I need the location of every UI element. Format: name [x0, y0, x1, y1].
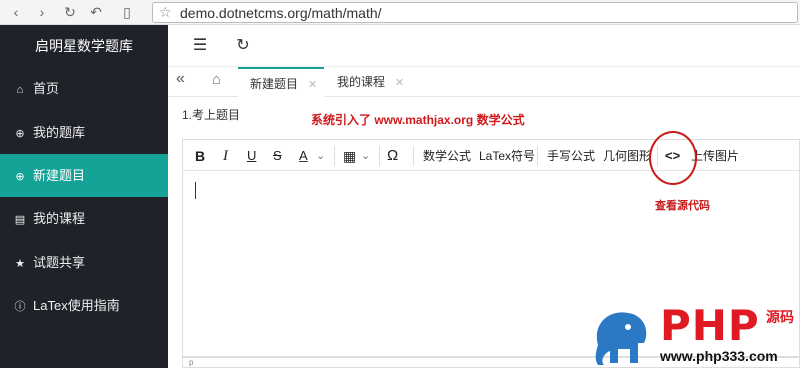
elephant-logo-icon — [595, 312, 647, 365]
tab-bar: « ⌂ 新建题目 ✕ 我的课程 ✕ — [168, 67, 800, 97]
tab-my-courses[interactable]: 我的课程 ✕ — [325, 67, 409, 97]
chevron-down-icon[interactable]: ⌄ — [361, 147, 370, 165]
undo-icon[interactable]: ↶ — [86, 3, 106, 22]
refresh-icon[interactable]: ↻ — [233, 36, 253, 56]
italic-button[interactable]: I — [223, 147, 228, 165]
double-chevron-left-icon[interactable]: « — [176, 70, 185, 88]
sidebar-item-my-courses[interactable]: ▤ 我的课程 — [0, 197, 168, 240]
toolbar-divider — [537, 146, 538, 166]
sidebar-item-label: 我的课程 — [33, 211, 86, 226]
home-icon: ⌂ — [16, 84, 24, 96]
browser-toolbar: ‹ › ↻ ↶ ▯ ☆ demo.dotnetcms.org/math/math… — [0, 0, 800, 25]
forward-arrow-icon[interactable]: › — [32, 3, 52, 22]
math-formula-button[interactable]: 数学公式 — [423, 147, 471, 165]
star-icon: ★ — [15, 258, 25, 270]
toolbar-divider — [334, 146, 335, 166]
reader-icon[interactable]: ▯ — [117, 3, 137, 22]
app-title: 启明星数学题库 — [35, 38, 133, 54]
chevron-down-icon[interactable]: ⌄ — [316, 147, 325, 165]
address-bar[interactable]: ☆ demo.dotnetcms.org/math/math/ — [152, 2, 798, 23]
sidebar-item-new-question[interactable]: ⊕ 新建题目 — [0, 154, 168, 197]
watermark-code: 源码 — [766, 309, 794, 325]
url-text: demo.dotnetcms.org/math/math/ — [180, 5, 382, 21]
info-icon: ⓘ — [14, 301, 26, 313]
table-icon[interactable]: ▦ — [343, 147, 356, 165]
font-color-button[interactable]: A — [299, 147, 308, 165]
bookmark-star-icon[interactable]: ☆ — [159, 4, 172, 21]
close-icon[interactable]: ✕ — [395, 77, 404, 89]
underline-button[interactable]: U — [247, 147, 256, 165]
sidebar-item-latex-guide[interactable]: ⓘ LaTex使用指南 — [0, 284, 168, 327]
watermark-site: www.php333.com — [660, 348, 778, 364]
upload-image-button[interactable]: 上传图片 — [691, 147, 739, 165]
reload-icon[interactable]: ↻ — [60, 3, 80, 22]
geometry-button[interactable]: 几何图形 — [603, 147, 651, 165]
sidebar-item-label: LaTex使用指南 — [33, 298, 120, 313]
plus-circle-icon: ⊕ — [15, 171, 25, 183]
source-annotation: 查看源代码 — [655, 200, 710, 212]
watermark-brand: PHP — [660, 301, 760, 350]
editor-toolbar: B I U S A ⌄ ▦ ⌄ Ω 数学公式 LaTex符号 手写公式 几何图形… — [182, 139, 800, 171]
sidebar-item-label: 新建题目 — [33, 168, 86, 183]
watermark: PHP 源码 www.php333.com — [588, 305, 800, 368]
sidebar: 启明星数学题库 ⌂ 首页 ⊕ 我的题库 ⊕ 新建题目 ▤ 我的课程 ★ 试题共享 ⓘ LaT… — [0, 25, 168, 368]
tab-label: 新建题目 — [250, 77, 299, 91]
latex-button[interactable]: LaTex符号 — [479, 147, 535, 165]
clipboard-icon: ▤ — [14, 214, 26, 226]
text-caret — [195, 182, 196, 199]
back-arrow-icon[interactable]: ‹ — [6, 3, 26, 22]
toolbar-divider — [379, 146, 380, 166]
special-char-button[interactable]: Ω — [387, 147, 398, 165]
collapse-menu-icon[interactable]: ☰ — [190, 36, 210, 56]
sidebar-item-label: 我的题库 — [33, 125, 86, 140]
close-icon[interactable]: ✕ — [308, 79, 317, 91]
mathjax-annotation: 系统引入了 www.mathjax.org 数学公式 — [311, 113, 525, 127]
tab-label: 我的课程 — [337, 75, 386, 89]
sidebar-item-label: 试题共享 — [33, 255, 86, 270]
tab-new-question[interactable]: 新建题目 ✕ — [238, 67, 324, 97]
strikethrough-button[interactable]: S — [273, 147, 282, 165]
annotation-circle — [649, 131, 697, 185]
sidebar-item-home[interactable]: ⌂ 首页 — [0, 67, 168, 110]
sidebar-item-share[interactable]: ★ 试题共享 — [0, 241, 168, 284]
top-header: ☰ ↻ — [168, 25, 800, 67]
toolbar-divider — [413, 146, 414, 166]
sidebar-item-my-bank[interactable]: ⊕ 我的题库 — [0, 111, 168, 154]
sidebar-item-label: 首页 — [33, 81, 60, 96]
question-label: 1.考上题目 — [182, 108, 241, 122]
home-tab-icon[interactable]: ⌂ — [212, 71, 221, 88]
plus-circle-icon: ⊕ — [15, 128, 25, 140]
bold-button[interactable]: B — [195, 147, 205, 165]
handwrite-formula-button[interactable]: 手写公式 — [547, 147, 595, 165]
